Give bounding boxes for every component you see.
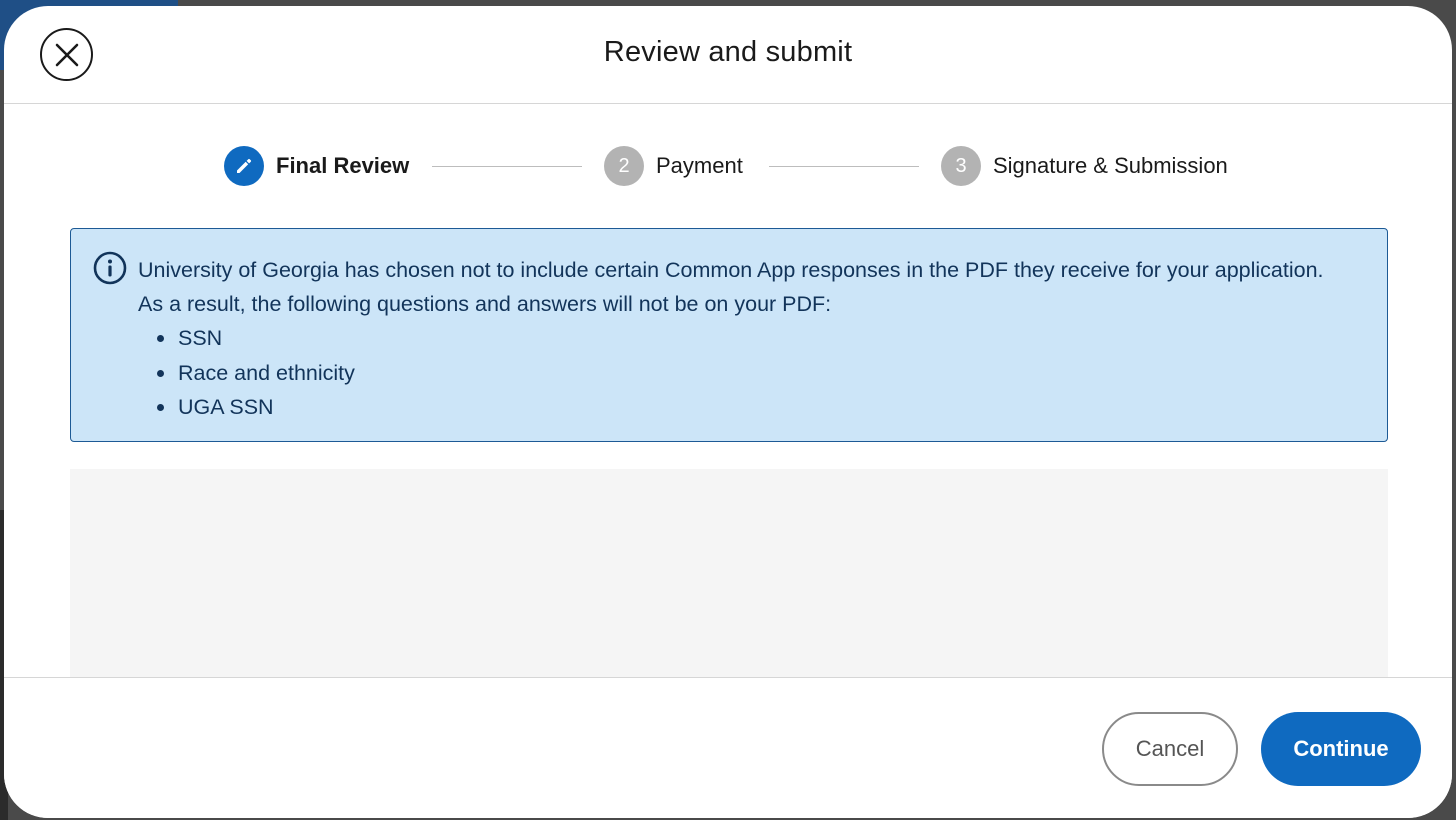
step-label: Final Review <box>276 153 410 178</box>
notice-text: University of Georgia has chosen not to … <box>138 258 1324 316</box>
step-connector <box>432 166 582 167</box>
list-item: UGA SSN <box>157 390 355 425</box>
step-indicator-active <box>224 146 264 186</box>
step-payment: 2 Payment <box>604 146 743 186</box>
dialog-header: Review and submit <box>4 6 1452 104</box>
step-label: Payment <box>656 153 743 178</box>
pencil-icon <box>237 158 252 173</box>
list-item: SSN <box>157 321 355 356</box>
dialog-footer: Cancel Continue <box>4 677 1452 818</box>
step-number: 3 <box>941 146 981 186</box>
review-submit-dialog: Review and submit Final Review 2 Payment… <box>4 6 1452 818</box>
dialog-title: Review and submit <box>603 36 853 68</box>
step-label: Signature & Submission <box>993 153 1228 178</box>
step-connector <box>769 166 919 167</box>
progress-stepper: Final Review 2 Payment 3 Signature & Sub… <box>224 146 1244 186</box>
step-final-review: Final Review <box>224 146 409 186</box>
continue-button[interactable]: Continue <box>1261 712 1421 786</box>
step-signature-submission: 3 Signature & Submission <box>941 146 1228 186</box>
cancel-button[interactable]: Cancel <box>1102 712 1238 786</box>
pdf-exclusion-notice: University of Georgia has chosen not to … <box>70 228 1388 442</box>
info-icon <box>93 251 127 285</box>
excluded-items-list: SSN Race and ethnicity UGA SSN <box>157 321 355 425</box>
pdf-preview-area[interactable] <box>70 469 1388 679</box>
list-item: Race and ethnicity <box>157 356 355 391</box>
step-number: 2 <box>604 146 644 186</box>
